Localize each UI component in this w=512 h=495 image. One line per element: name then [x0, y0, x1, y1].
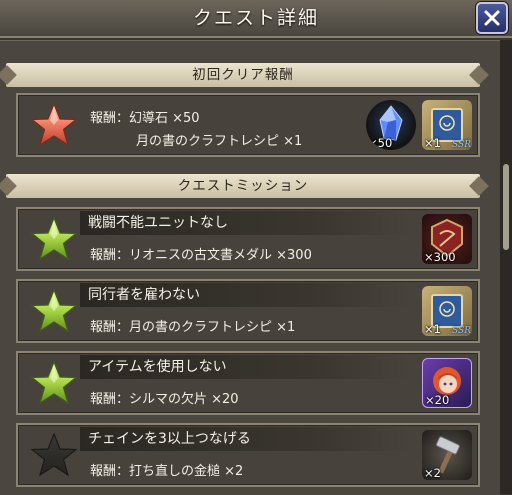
section-header-missions: クエストミッション — [6, 174, 480, 198]
quest-detail-panel: 初回クリア報酬 報酬：幻導石 ×50 月の書のクラフトレシピ ×1 ×50 ×1… — [0, 40, 500, 495]
rarity-badge: SSR — [452, 140, 471, 150]
first-clear-reward-line1: 報酬：幻導石 ×50 — [90, 111, 200, 126]
reward-item-crystal[interactable]: ×50 — [366, 100, 416, 150]
mission-card: 同行者を雇わない 報酬：月の書のクラフトレシピ ×1 ×1 SSR — [16, 279, 480, 343]
mission-title: 戦闘不能ユニットなし — [80, 211, 410, 235]
mission-star-achieved-icon — [30, 288, 78, 333]
mission-title: アイテムを使用しない — [80, 355, 410, 379]
mission-card: 戦闘不能ユニットなし 報酬：リオニスの古文書メダル ×300 ×300 — [16, 207, 480, 271]
reward-item-hammer[interactable]: ×2 — [422, 430, 472, 480]
reward-item-character-shard[interactable]: ×20 — [422, 358, 472, 408]
first-clear-reward-card: 報酬：幻導石 ×50 月の書のクラフトレシピ ×1 ×50 ×1 SSR — [16, 93, 480, 157]
scrollbar-thumb[interactable] — [503, 164, 509, 250]
mission-card: チェインを3以上つなげる 報酬：打ち直しの金槌 ×2 ×2 — [16, 423, 480, 487]
reward-item-recipe-book[interactable]: ×1 SSR — [422, 286, 472, 336]
close-icon — [484, 10, 500, 26]
item-qty: ×50 — [368, 136, 393, 150]
reward-item-recipe-book[interactable]: ×1 SSR — [422, 100, 472, 150]
mission-card: アイテムを使用しない 報酬：シルマの欠片 ×20 ×20 — [16, 351, 480, 415]
first-clear-star-icon — [30, 102, 78, 147]
item-qty: ×300 — [424, 250, 456, 264]
mission-reward: 報酬：シルマの欠片 ×20 — [90, 392, 239, 407]
mission-reward: 報酬：打ち直しの金槌 ×2 — [90, 464, 244, 479]
header-bar: クエスト詳細 — [0, 0, 512, 38]
reward-item-medal[interactable]: ×300 — [422, 214, 472, 264]
mission-star-not-achieved-icon — [30, 432, 78, 477]
mission-star-achieved-icon — [30, 360, 78, 405]
page-title: クエスト詳細 — [192, 7, 319, 29]
mission-reward: 報酬：リオニスの古文書メダル ×300 — [90, 248, 312, 263]
mission-title: チェインを3以上つなげる — [80, 427, 410, 451]
scrollbar[interactable] — [500, 40, 512, 494]
mission-reward: 報酬：月の書のクラフトレシピ ×1 — [90, 320, 296, 335]
item-qty: ×1 — [424, 322, 441, 336]
item-qty: ×20 — [425, 393, 450, 407]
section-header-first-clear: 初回クリア報酬 — [6, 63, 480, 87]
rarity-badge: SSR — [452, 326, 471, 336]
item-qty: ×1 — [424, 136, 441, 150]
item-qty: ×2 — [424, 466, 441, 480]
first-clear-reward-line2: 月の書のクラフトレシピ ×1 — [136, 134, 303, 149]
mission-title: 同行者を雇わない — [80, 283, 410, 307]
mission-star-achieved-icon — [30, 216, 78, 261]
close-button[interactable] — [476, 2, 508, 34]
